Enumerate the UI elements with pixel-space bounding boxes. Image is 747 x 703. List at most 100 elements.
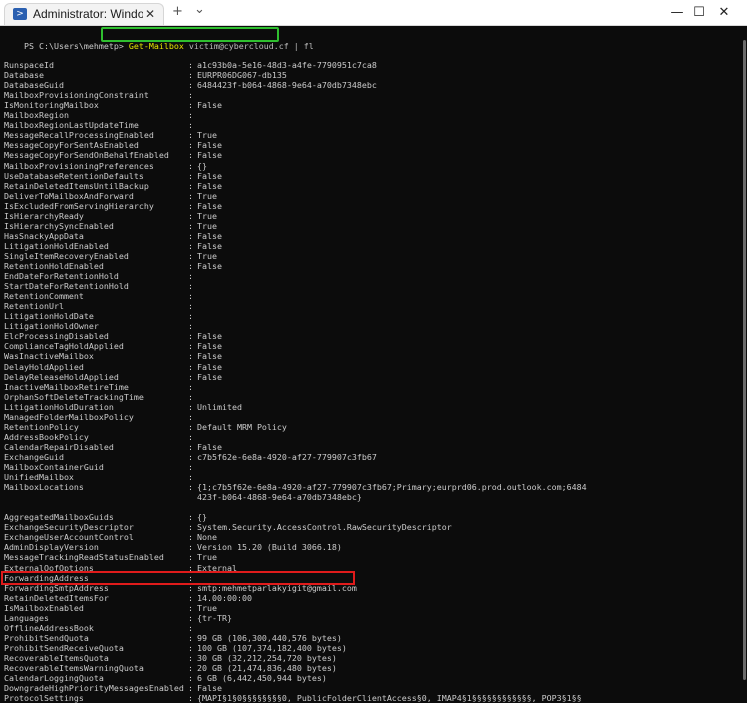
property-key: AddressBookPolicy: [4, 431, 89, 442]
property-value: False: [197, 361, 222, 372]
prompt-path: PS C:\Users\mehmetp>: [23, 41, 124, 51]
property-value: False: [197, 331, 222, 342]
property-key: RetentionPolicy: [4, 421, 79, 432]
property-value: False: [197, 100, 222, 111]
property-colon: :: [188, 632, 193, 643]
property-key: ComplianceTagHoldApplied: [4, 341, 124, 352]
property-value: None: [197, 532, 217, 543]
property-key: IsHierarchyReady: [4, 210, 84, 221]
property-key: LitigationHoldOwner: [4, 321, 99, 332]
property-colon: :: [188, 673, 193, 684]
property-key: ProhibitSendQuota: [4, 632, 89, 643]
property-key: ExchangeGuid: [4, 451, 64, 462]
property-colon: :: [188, 180, 193, 191]
close-button[interactable]: ✕: [701, 0, 747, 25]
property-colon: :: [188, 80, 193, 91]
property-key: DatabaseGuid: [4, 80, 64, 91]
property-value: False: [197, 170, 222, 181]
property-colon: :: [188, 140, 193, 151]
property-value: {tr-TR}: [197, 612, 232, 623]
property-colon: :: [188, 351, 193, 362]
property-key: LitigationHoldDuration: [4, 401, 114, 412]
property-colon: :: [188, 512, 193, 523]
property-value: 99 GB (106,300,440,576 bytes): [197, 632, 342, 643]
property-colon: :: [188, 341, 193, 352]
property-key: Languages: [4, 612, 49, 623]
property-value: True: [197, 250, 217, 261]
property-key: LitigationHoldDate: [4, 311, 94, 322]
tab-close-icon[interactable]: ✕: [145, 7, 155, 21]
property-key: DeliverToMailboxAndForward: [4, 190, 134, 201]
powershell-icon: >: [13, 8, 27, 20]
property-colon: :: [188, 210, 193, 221]
property-key: OrphanSoftDeleteTrackingTime: [4, 391, 144, 402]
property-colon: :: [188, 381, 193, 392]
property-colon: :: [188, 602, 193, 613]
property-value: 6484423f-b064-4868-9e64-a70db7348ebc: [197, 80, 377, 91]
property-colon: :: [188, 652, 193, 663]
prompt-cmdlet: Get-Mailbox: [128, 41, 184, 51]
property-colon: :: [188, 311, 193, 322]
property-key: DelayReleaseHoldApplied: [4, 371, 119, 382]
property-key: WasInactiveMailbox: [4, 351, 94, 362]
property-key: CalendarLoggingQuota: [4, 673, 104, 684]
property-colon: :: [188, 271, 193, 282]
property-colon: :: [188, 522, 193, 533]
property-key: ElcProcessingDisabled: [4, 331, 109, 342]
property-colon: :: [188, 281, 193, 292]
property-value: Unlimited: [197, 401, 242, 412]
property-value: False: [197, 351, 222, 362]
property-key: MailboxProvisioningConstraint: [4, 90, 149, 101]
property-key: MailboxContainerGuid: [4, 462, 104, 472]
property-value: {}: [197, 160, 207, 171]
property-key: UnifiedMailbox: [4, 472, 74, 483]
new-tab-button[interactable]: +: [172, 4, 183, 19]
property-colon: :: [188, 542, 193, 553]
property-colon: :: [188, 291, 193, 302]
property-value: False: [197, 371, 222, 382]
property-key: EndDateForRetentionHold: [4, 271, 119, 282]
property-key: RecoverableItemsQuota: [4, 652, 109, 663]
property-value: False: [197, 261, 222, 271]
property-key: RetainDeletedItemsFor: [4, 592, 109, 603]
property-key: MailboxRegionLastUpdateTime: [4, 120, 139, 131]
property-key: LitigationHoldEnabled: [4, 240, 109, 251]
property-value: {1;c7b5f62e-6e8a-4920-af27-779907c3fb67;…: [197, 482, 587, 493]
property-colon: :: [188, 110, 193, 121]
property-key: RunspaceId: [4, 60, 54, 70]
property-colon: :: [188, 220, 193, 231]
property-key: UseDatabaseRetentionDefaults: [4, 170, 144, 181]
property-colon: :: [188, 321, 193, 332]
property-key: MailboxProvisioningPreferences: [4, 160, 154, 171]
property-key: CalendarRepairDisabled: [4, 441, 114, 452]
property-colon: :: [188, 170, 193, 181]
property-value: False: [197, 240, 222, 251]
property-value: False: [197, 341, 222, 352]
property-value: c7b5f62e-6e8a-4920-af27-779907c3fb67: [197, 451, 377, 462]
property-key: StartDateForRetentionHold: [4, 281, 129, 292]
property-value: 100 GB (107,374,182,400 bytes): [197, 642, 347, 653]
prompt-args: victim@cybercloud.cf | fl: [188, 41, 314, 51]
property-key: RecoverableItemsWarningQuota: [4, 663, 144, 673]
property-key: DowngradeHighPriorityMessagesEnabled: [4, 683, 184, 694]
tab-powershell[interactable]: > Administrator: Windows PowerS ✕: [4, 3, 164, 25]
property-colon: :: [188, 401, 193, 412]
terminal-output[interactable]: PS C:\Users\mehmetp> Get-Mailbox victim@…: [0, 26, 740, 703]
property-value: False: [197, 150, 222, 161]
property-key: Database: [4, 70, 44, 81]
property-value: True: [197, 210, 217, 221]
forwarding-highlight-box: [1, 571, 355, 585]
property-key: MessageTrackingReadStatusEnabled: [4, 552, 164, 563]
property-value: 14.00:00:00: [197, 592, 252, 603]
property-value: 20 GB (21,474,836,480 bytes): [197, 663, 337, 673]
tab-dropdown-icon[interactable]: ⌄: [194, 2, 205, 17]
property-colon: :: [188, 240, 193, 251]
property-value: False: [197, 200, 222, 211]
property-colon: :: [188, 421, 193, 432]
property-value: True: [197, 602, 217, 613]
scrollbar-thumb[interactable]: [743, 40, 746, 680]
property-key: ManagedFolderMailboxPolicy: [4, 411, 134, 422]
property-colon: :: [188, 250, 193, 261]
property-colon: :: [188, 411, 193, 422]
property-value: False: [197, 230, 222, 241]
